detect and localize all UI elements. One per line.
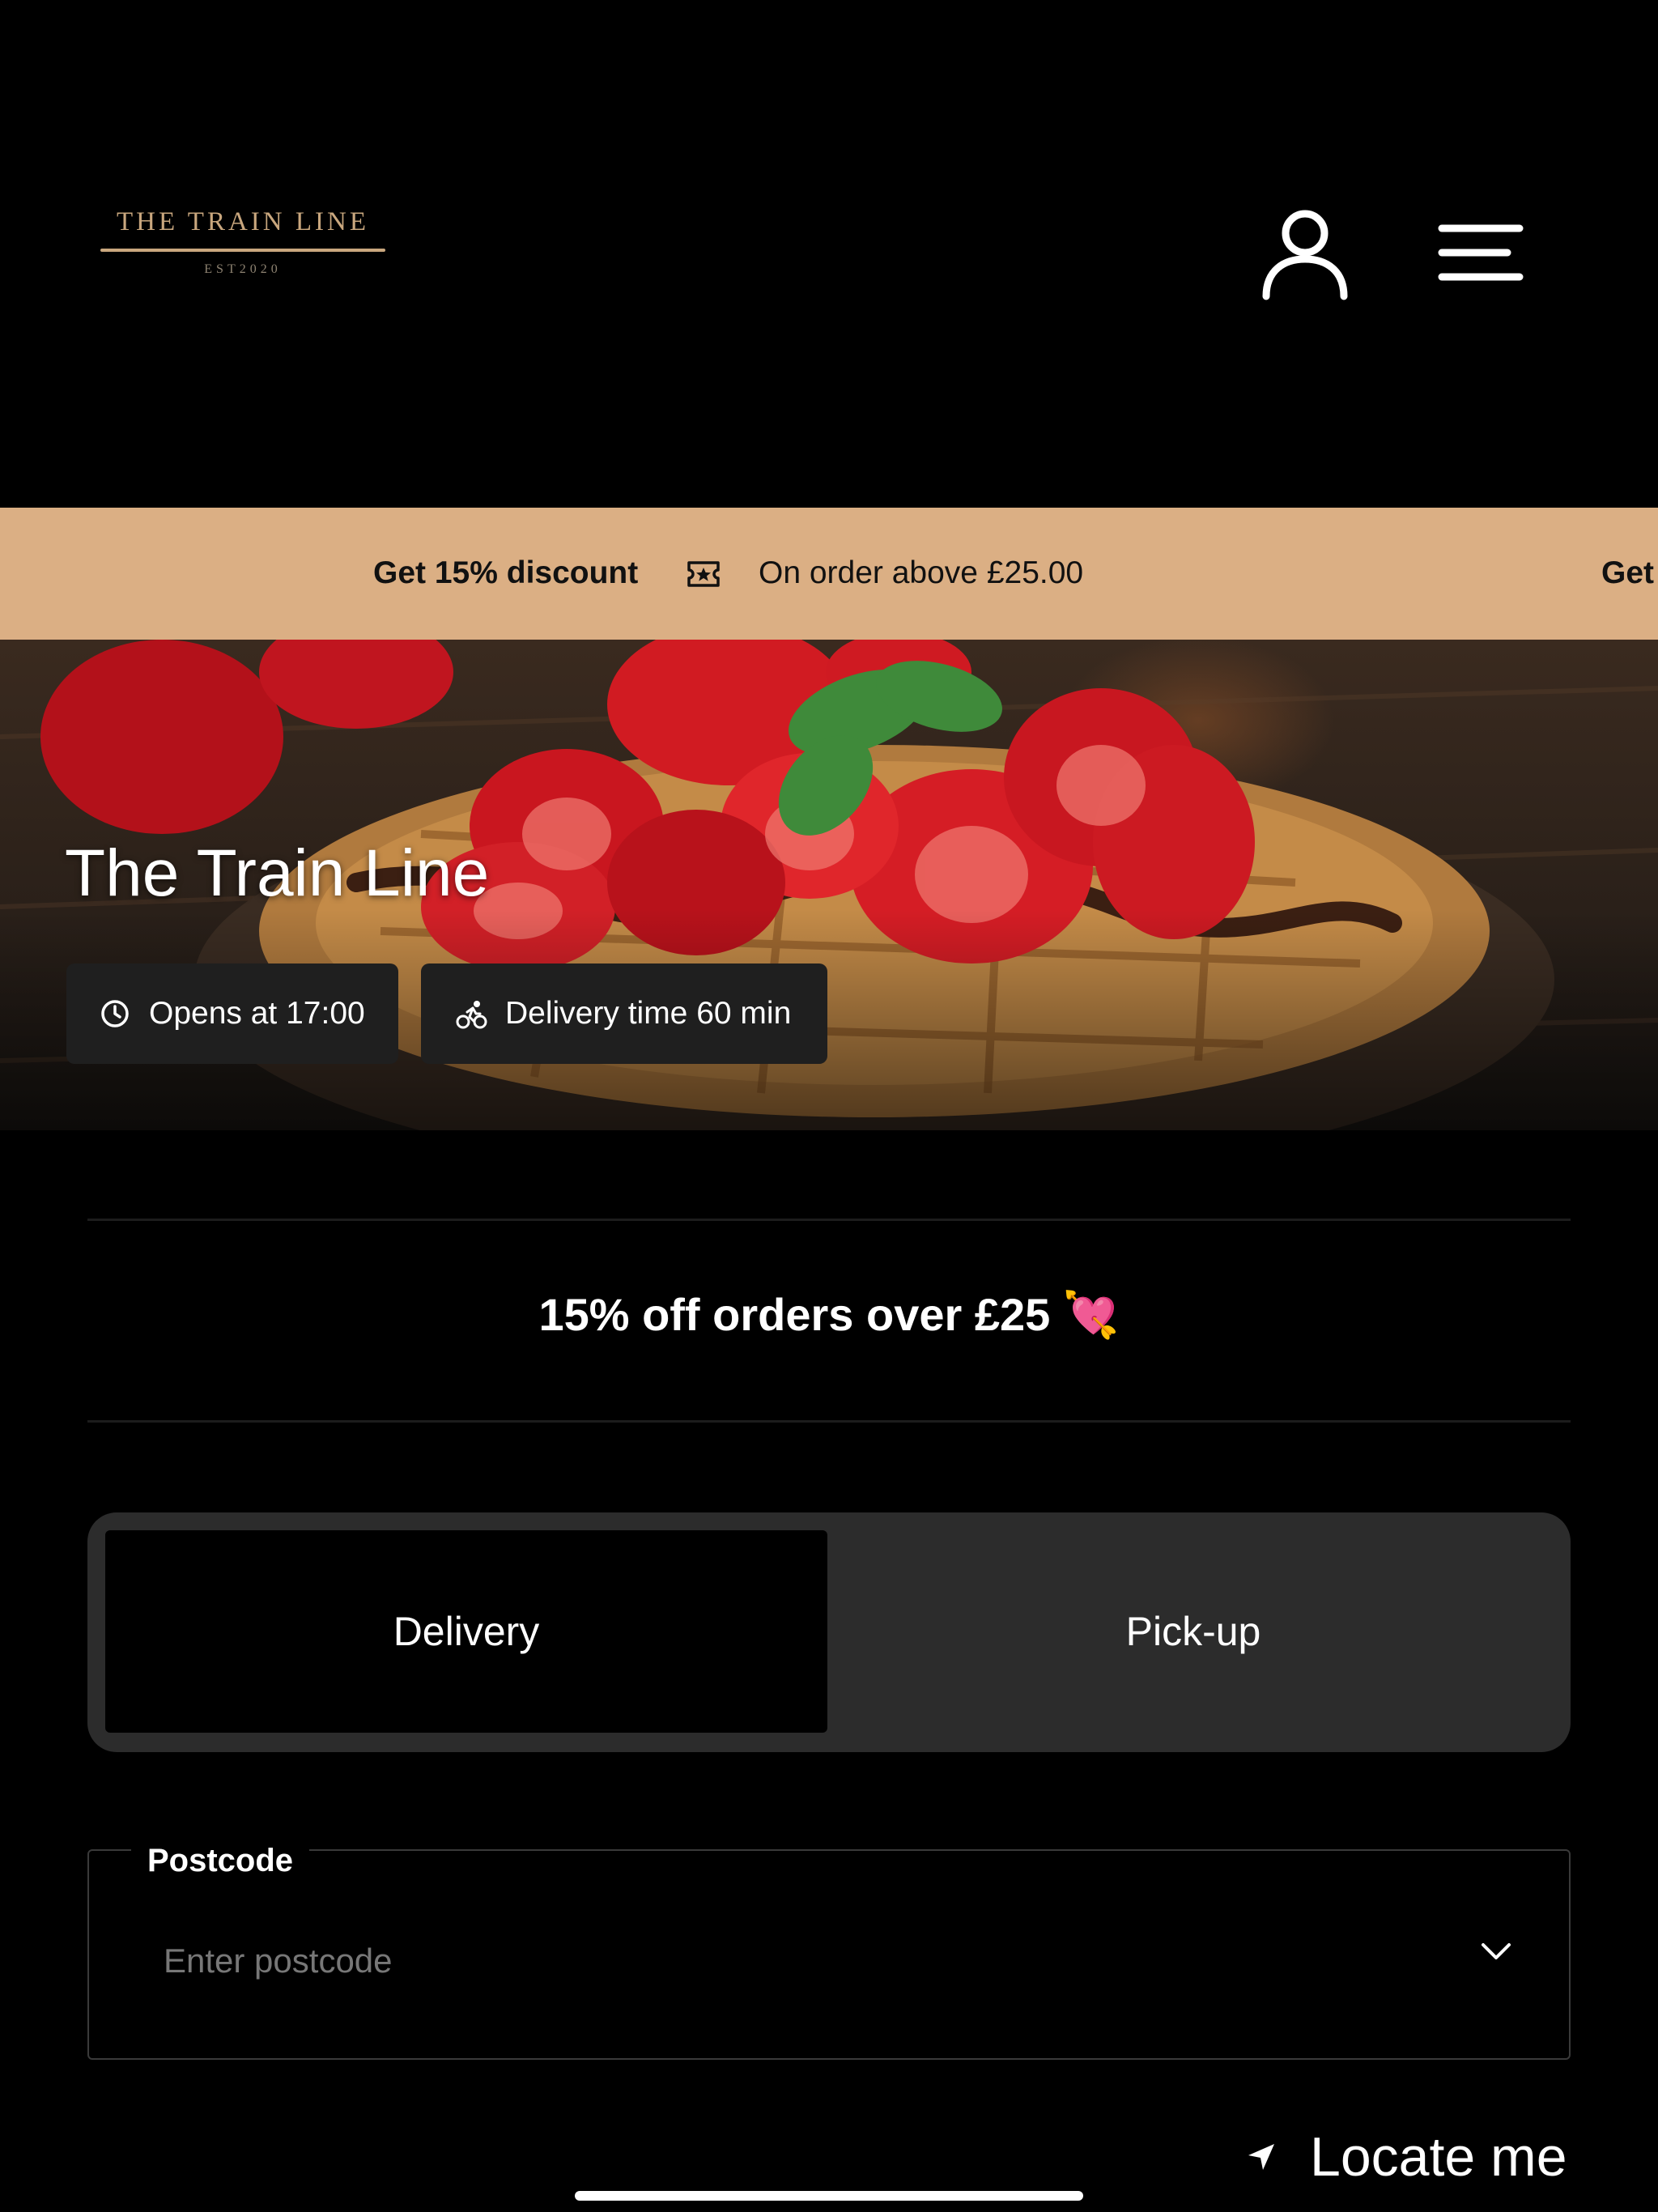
offer-message: 15% off orders over £25 💘 (538, 1289, 1120, 1340)
ticket-icon (687, 561, 720, 587)
hero-banner: The Train Line Opens at 17:00 Delivery t… (0, 640, 1658, 1130)
restaurant-name: The Train Line (65, 836, 490, 910)
opening-hours-text: Opens at 17:00 (149, 996, 365, 1031)
promo-headline-repeat: Get (1601, 555, 1655, 590)
bicycle-icon (456, 1001, 487, 1029)
menu-button[interactable] (1438, 220, 1524, 285)
user-icon (1262, 210, 1348, 300)
delivery-time-text: Delivery time 60 min (505, 996, 792, 1031)
order-mode-toggle: Delivery Pick-up (87, 1512, 1571, 1752)
logo-est: EST2020 (204, 262, 282, 276)
promo-detail: On order above £25.00 (759, 555, 1084, 590)
location-arrow-icon (1248, 2144, 1274, 2170)
site-header: THE TRAIN LINE EST2020 (0, 0, 1658, 507)
pickup-option-label: Pick-up (1125, 1609, 1261, 1654)
brand-logo[interactable]: THE TRAIN LINE EST2020 (100, 209, 385, 276)
clock-icon (101, 1000, 129, 1027)
account-button[interactable] (1260, 206, 1350, 303)
promo-headline: Get 15% discount (373, 555, 639, 590)
delivery-option[interactable]: Delivery (105, 1530, 827, 1733)
postcode-field: Postcode (87, 1844, 1571, 2060)
section-divider-bottom (87, 1420, 1571, 1423)
postcode-input[interactable] (164, 1937, 1378, 1985)
delivery-time-chip: Delivery time 60 min (421, 963, 827, 1064)
locate-me-button[interactable]: Locate me (1247, 2123, 1567, 2191)
delivery-option-label: Delivery (393, 1609, 540, 1654)
chevron-down-icon[interactable] (1478, 1935, 1514, 1967)
promo-banner: Get 15% discount On order above £25.00 G… (0, 508, 1658, 640)
logo-name: THE TRAIN LINE (116, 207, 369, 236)
postcode-label: Postcode (131, 1844, 310, 1877)
locate-me-label: Locate me (1310, 2126, 1567, 2188)
home-indicator[interactable] (575, 2191, 1083, 2201)
pickup-option[interactable]: Pick-up (832, 1530, 1554, 1733)
logo-rule (100, 249, 385, 252)
section-divider-top (87, 1219, 1571, 1221)
opening-hours-chip: Opens at 17:00 (66, 963, 398, 1064)
hamburger-menu-icon (1438, 224, 1524, 281)
